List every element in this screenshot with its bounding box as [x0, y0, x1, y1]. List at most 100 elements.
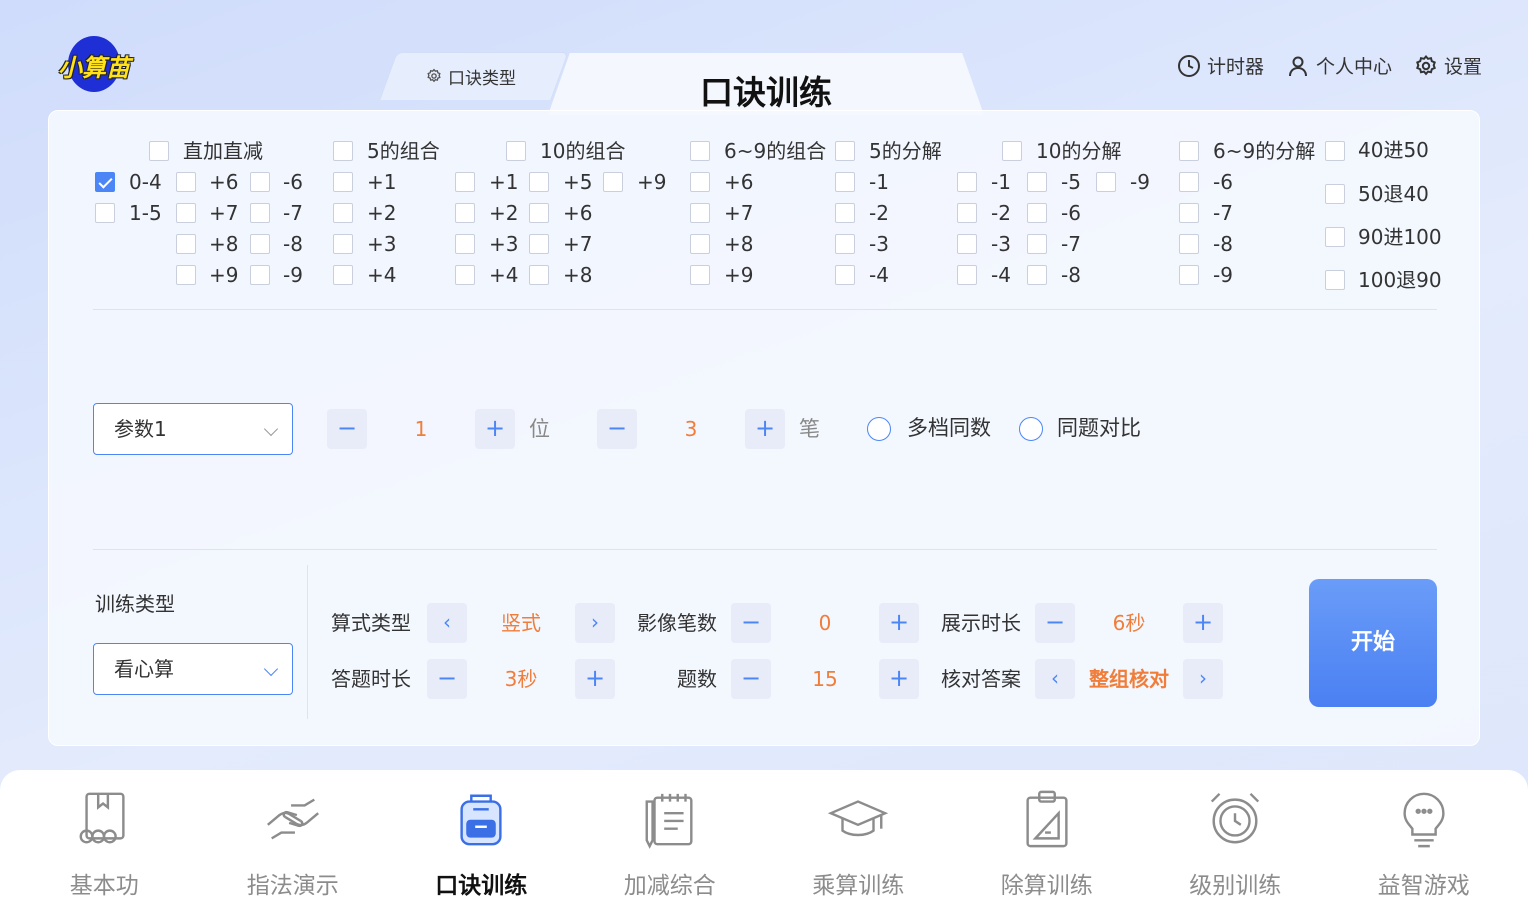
nav-label: 指法演示 [246, 873, 339, 899]
checkbox-liujiu-fenjie-6[interactable] [1179, 172, 1199, 192]
checkbox-shi-zuhe-4[interactable] [455, 265, 475, 285]
checkbox-0-4[interactable] [95, 172, 115, 192]
question-count-plus-button[interactable]: + [879, 659, 919, 699]
check-answer-next-button[interactable]: › [1183, 659, 1223, 699]
checkbox-liujiu-zuhe-7[interactable] [690, 203, 710, 223]
formula-type-next-button[interactable]: › [575, 603, 615, 643]
strokes-minus-button[interactable]: − [597, 409, 637, 449]
checkbox-liujiu-fenjie-7[interactable] [1179, 203, 1199, 223]
checkbox-shi-zuhe-3[interactable] [455, 234, 475, 254]
checkbox-liujiu-zuhe-8[interactable] [690, 234, 710, 254]
checkbox-liujiu-fenjie-9[interactable] [1179, 265, 1199, 285]
param-select[interactable]: 参数1 [93, 403, 293, 455]
checkbox-100-90[interactable] [1325, 270, 1345, 290]
start-button[interactable]: 开始 [1309, 579, 1437, 707]
checkbox-shi-zuhe-5[interactable] [529, 172, 549, 192]
digits-minus-button[interactable]: − [327, 409, 367, 449]
answer-time-minus-button[interactable]: − [427, 659, 467, 699]
display-time-minus-button[interactable]: − [1035, 603, 1075, 643]
checkbox-shi-zuhe-8[interactable] [529, 265, 549, 285]
strokes-plus-button[interactable]: + [745, 409, 785, 449]
clock-icon [1177, 54, 1200, 77]
image-strokes-plus-button[interactable]: + [879, 603, 919, 643]
option-label: -4 [869, 263, 889, 287]
checkbox-shi-fenjie-5[interactable] [1027, 172, 1047, 192]
checkbox-liujiu-zuhe-all[interactable] [690, 141, 710, 161]
checkbox-shi-zuhe-all[interactable] [506, 141, 526, 161]
checkbox-liujiu-zuhe-9[interactable] [690, 265, 710, 285]
checkbox-wu-zuhe-all[interactable] [333, 141, 353, 161]
checkbox-wu-zuhe-4[interactable] [333, 265, 353, 285]
checkbox-shi-fenjie-all[interactable] [1002, 141, 1022, 161]
checkbox-liujiu-zuhe-6[interactable] [690, 172, 710, 192]
option-label: +7 [563, 232, 593, 256]
group-title-wu-zuhe: 5的组合 [367, 139, 440, 163]
profile-button[interactable]: 个人中心 [1286, 52, 1392, 79]
checkbox-zhijia-plus8[interactable] [176, 234, 196, 254]
check-answer-prev-button[interactable]: ‹ [1035, 659, 1075, 699]
checkbox-wu-fenjie-4[interactable] [835, 265, 855, 285]
radio-multi-same[interactable] [867, 417, 891, 441]
nav-divide[interactable]: 除算训练 [959, 770, 1135, 916]
checkbox-zhijia-plus6[interactable] [176, 172, 196, 192]
checkbox-zhijia-minus8[interactable] [250, 234, 270, 254]
nav-multiply[interactable]: 乘算训练 [770, 770, 946, 916]
checkbox-shi-zuhe-6[interactable] [529, 203, 549, 223]
checkbox-zhijia-minus7[interactable] [250, 203, 270, 223]
label-0-4: 0-4 [129, 170, 162, 194]
tab-mnemonic-type-label[interactable]: 口诀类型 [426, 62, 516, 90]
training-type-select[interactable]: 看心算 [93, 643, 293, 695]
option-label: -3 [869, 232, 889, 256]
checkbox-shi-zuhe-1[interactable] [455, 172, 475, 192]
checkbox-shi-fenjie-2[interactable] [957, 203, 977, 223]
option-label: -6 [1213, 170, 1233, 194]
checkbox-wu-fenjie-all[interactable] [835, 141, 855, 161]
radio-same-compare[interactable] [1019, 417, 1043, 441]
group-title-shi-zuhe: 10的组合 [540, 139, 626, 163]
checkbox-wu-fenjie-2[interactable] [835, 203, 855, 223]
checkbox-wu-zuhe-2[interactable] [333, 203, 353, 223]
checkbox-shi-fenjie-7[interactable] [1027, 234, 1047, 254]
checkbox-50-40[interactable] [1325, 184, 1345, 204]
checkbox-wu-zuhe-3[interactable] [333, 234, 353, 254]
checkbox-zhijia-plus7[interactable] [176, 203, 196, 223]
checkbox-shi-zuhe-9[interactable] [603, 172, 623, 192]
checkbox-shi-fenjie-3[interactable] [957, 234, 977, 254]
checkbox-40-50[interactable] [1325, 141, 1345, 161]
digits-plus-button[interactable]: + [475, 409, 515, 449]
option-label: -7 [1061, 232, 1081, 256]
checkbox-zhijia-minus6[interactable] [250, 172, 270, 192]
formula-type-prev-button[interactable]: ‹ [427, 603, 467, 643]
nav-games[interactable]: 益智游戏 [1336, 770, 1512, 916]
checkbox-liujiu-fenjie-all[interactable] [1179, 141, 1199, 161]
checkbox-zhijia-all[interactable] [149, 141, 169, 161]
image-strokes-minus-button[interactable]: − [731, 603, 771, 643]
checkbox-wu-fenjie-1[interactable] [835, 172, 855, 192]
answer-time-plus-button[interactable]: + [575, 659, 615, 699]
nav-fingering[interactable]: 指法演示 [205, 770, 381, 916]
checkbox-shi-fenjie-1[interactable] [957, 172, 977, 192]
checkbox-wu-zuhe-1[interactable] [333, 172, 353, 192]
checkbox-shi-fenjie-4[interactable] [957, 265, 977, 285]
checkbox-shi-zuhe-2[interactable] [455, 203, 475, 223]
checkbox-liujiu-fenjie-8[interactable] [1179, 234, 1199, 254]
checkbox-zhijia-plus9[interactable] [176, 265, 196, 285]
checkbox-shi-fenjie-9[interactable] [1096, 172, 1116, 192]
timer-button[interactable]: 计时器 [1177, 52, 1264, 79]
settings-button[interactable]: 设置 [1414, 52, 1482, 79]
settings-label: 设置 [1443, 56, 1482, 78]
nav-add-sub[interactable]: 加减综合 [582, 770, 758, 916]
checkbox-shi-fenjie-6[interactable] [1027, 203, 1047, 223]
display-time-plus-button[interactable]: + [1183, 603, 1223, 643]
display-time-label: 展示时长 [941, 611, 1021, 635]
checkbox-zhijia-minus9[interactable] [250, 265, 270, 285]
checkbox-shi-fenjie-8[interactable] [1027, 265, 1047, 285]
checkbox-shi-zuhe-7[interactable] [529, 234, 549, 254]
checkbox-wu-fenjie-3[interactable] [835, 234, 855, 254]
checkbox-1-5[interactable] [95, 203, 115, 223]
checkbox-90-100[interactable] [1325, 227, 1345, 247]
nav-mnemonic[interactable]: 口诀训练 [393, 770, 569, 916]
question-count-minus-button[interactable]: − [731, 659, 771, 699]
nav-level[interactable]: 级别训练 [1147, 770, 1323, 916]
nav-basic[interactable]: 基本功 [16, 770, 192, 916]
